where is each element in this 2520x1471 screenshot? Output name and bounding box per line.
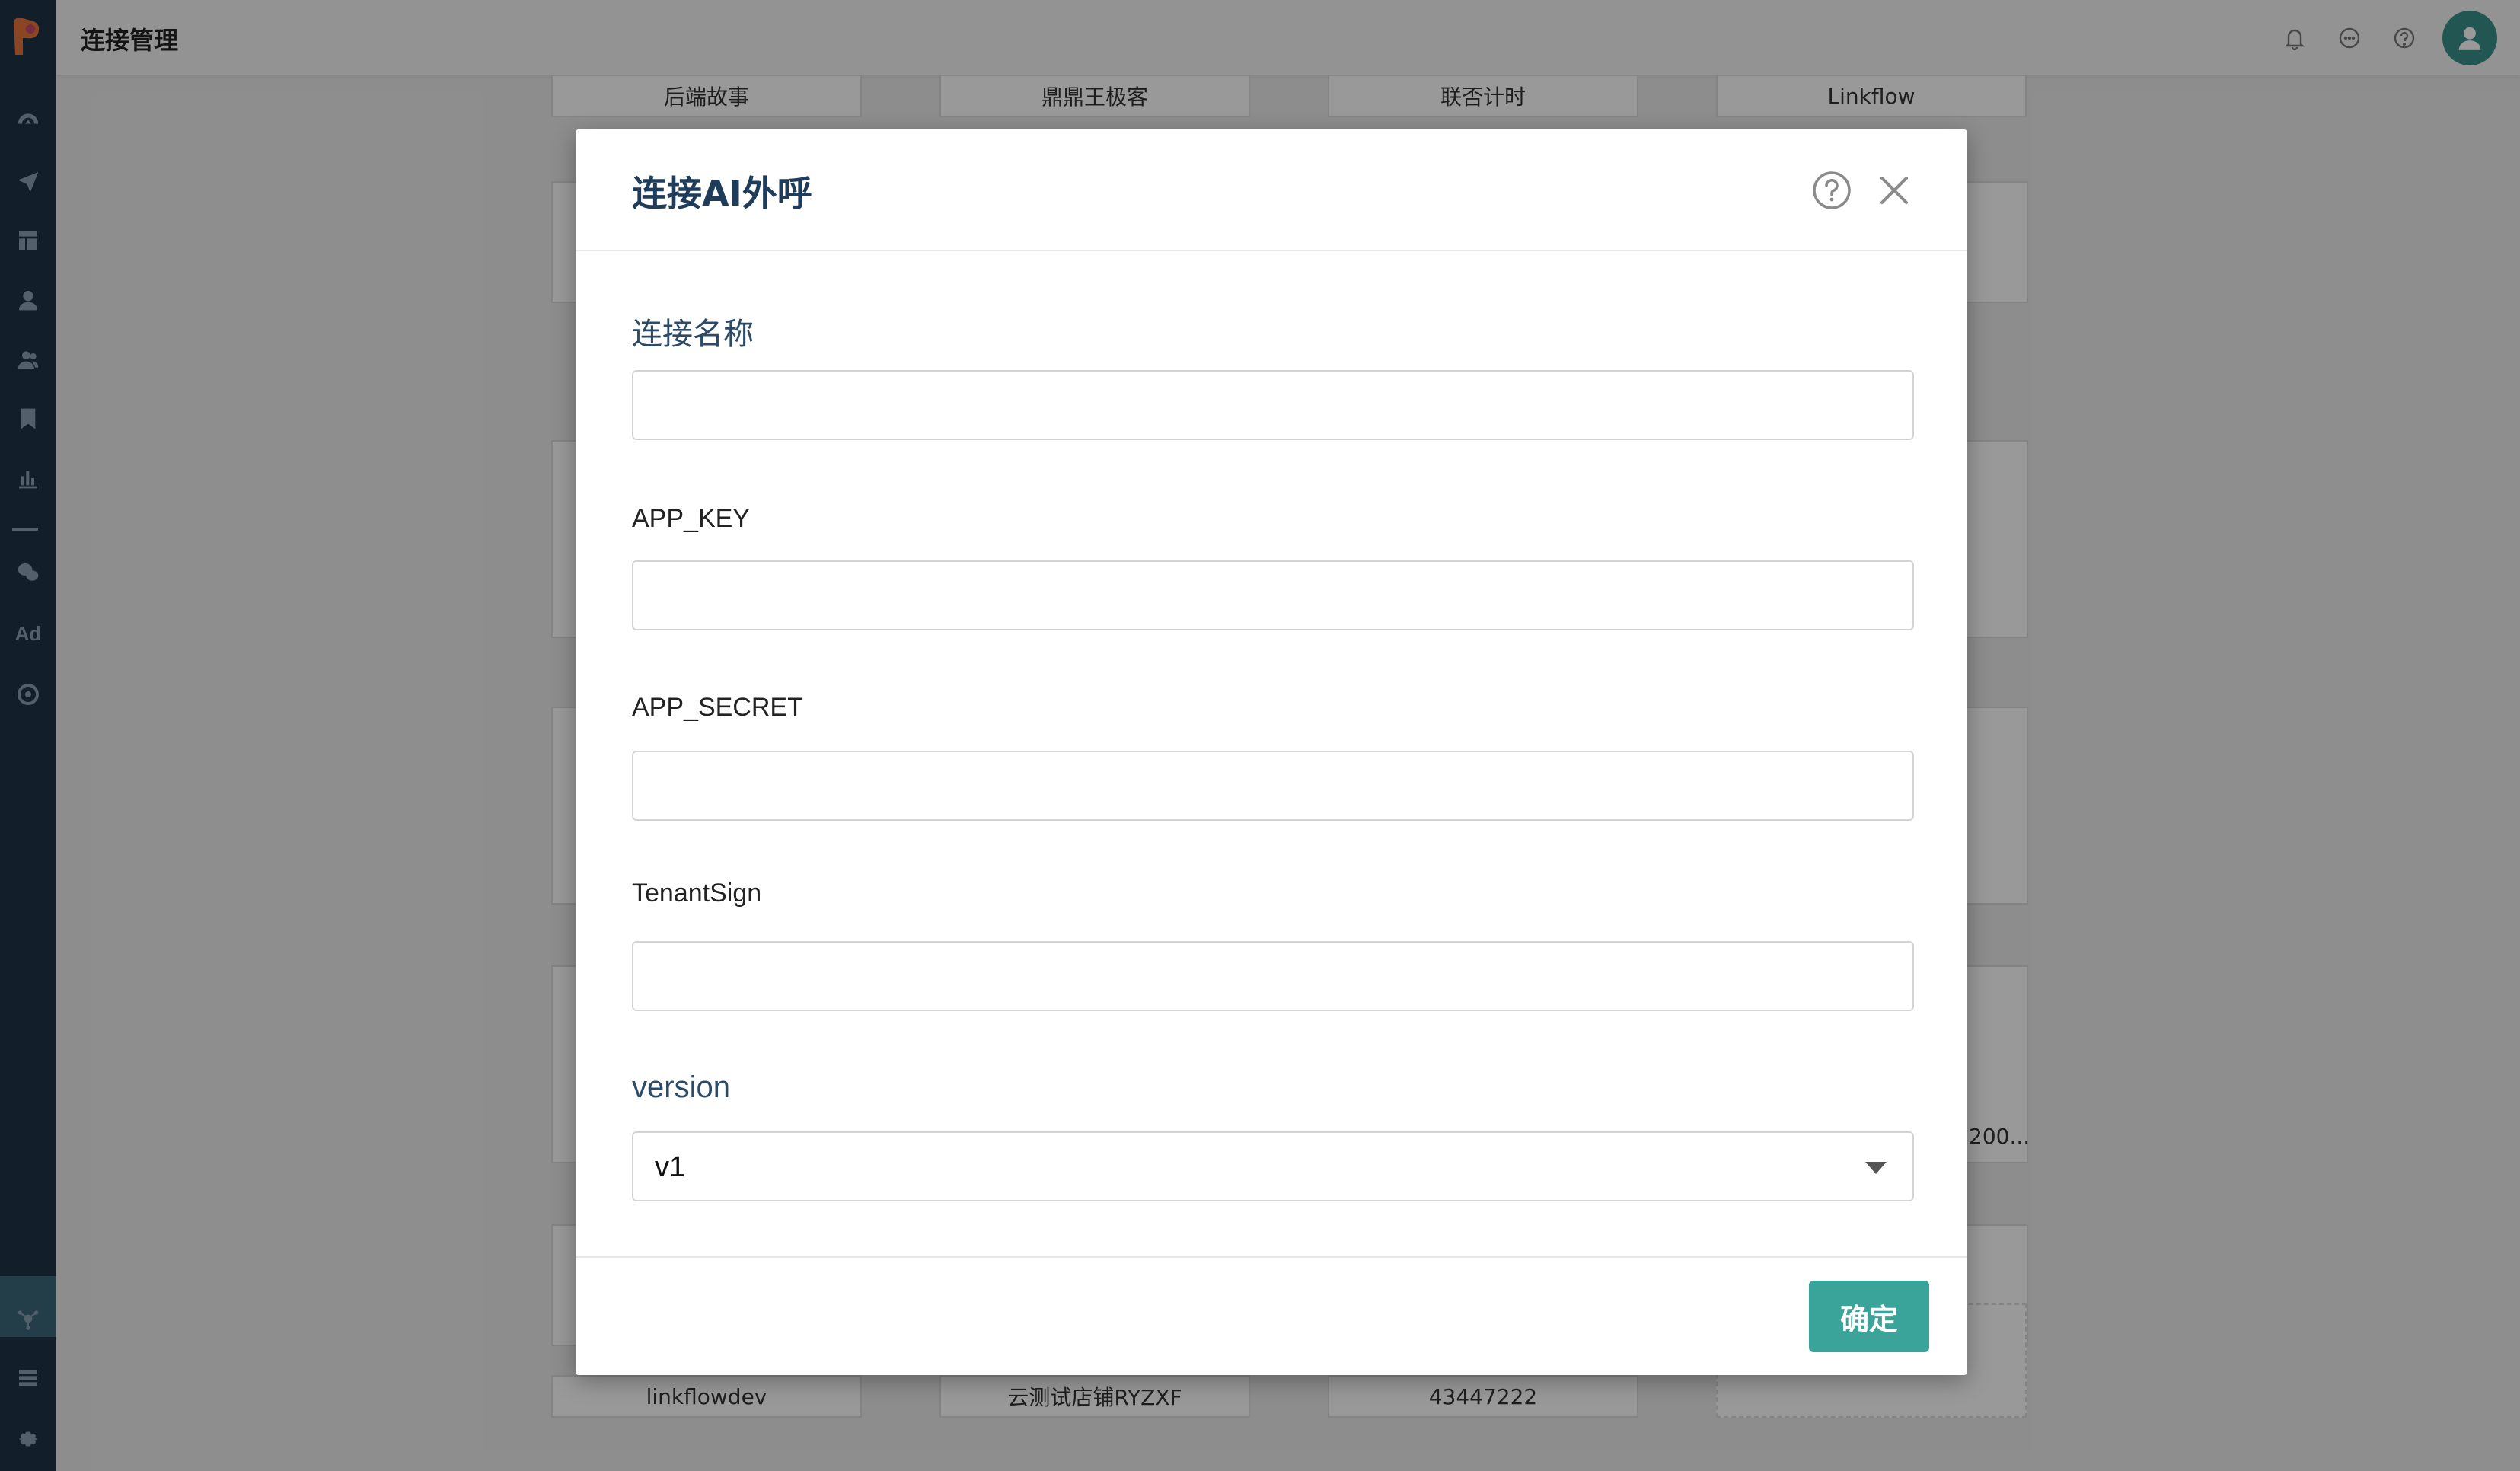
chevron-down-icon[interactable] (1865, 1162, 1887, 1174)
close-icon[interactable] (1873, 169, 1916, 212)
version-label: version (632, 1071, 730, 1104)
connection-name-input[interactable] (632, 370, 1914, 440)
connection-name-label: 连接名称 (632, 317, 754, 351)
version-selected-value: v1 (655, 1151, 686, 1183)
app-key-label: APP_KEY (632, 504, 750, 533)
help-icon[interactable] (1810, 169, 1853, 212)
tenant-sign-label: TenantSign (632, 879, 762, 908)
connect-ai-call-dialog: 连接AI外呼 连接名称 APP_KEY APP_SECRET TenantSig… (576, 129, 1967, 1375)
app-key-input[interactable] (632, 560, 1914, 630)
dialog-footer: 确定 (576, 1256, 1967, 1375)
version-select[interactable]: v1 (632, 1131, 1914, 1201)
app-secret-label: APP_SECRET (632, 693, 803, 722)
confirm-button[interactable]: 确定 (1809, 1281, 1929, 1352)
tenant-sign-input[interactable] (632, 941, 1914, 1011)
dialog-header: 连接AI外呼 (576, 129, 1967, 251)
dialog-title: 连接AI外呼 (632, 173, 812, 214)
app-secret-input[interactable] (632, 751, 1914, 821)
